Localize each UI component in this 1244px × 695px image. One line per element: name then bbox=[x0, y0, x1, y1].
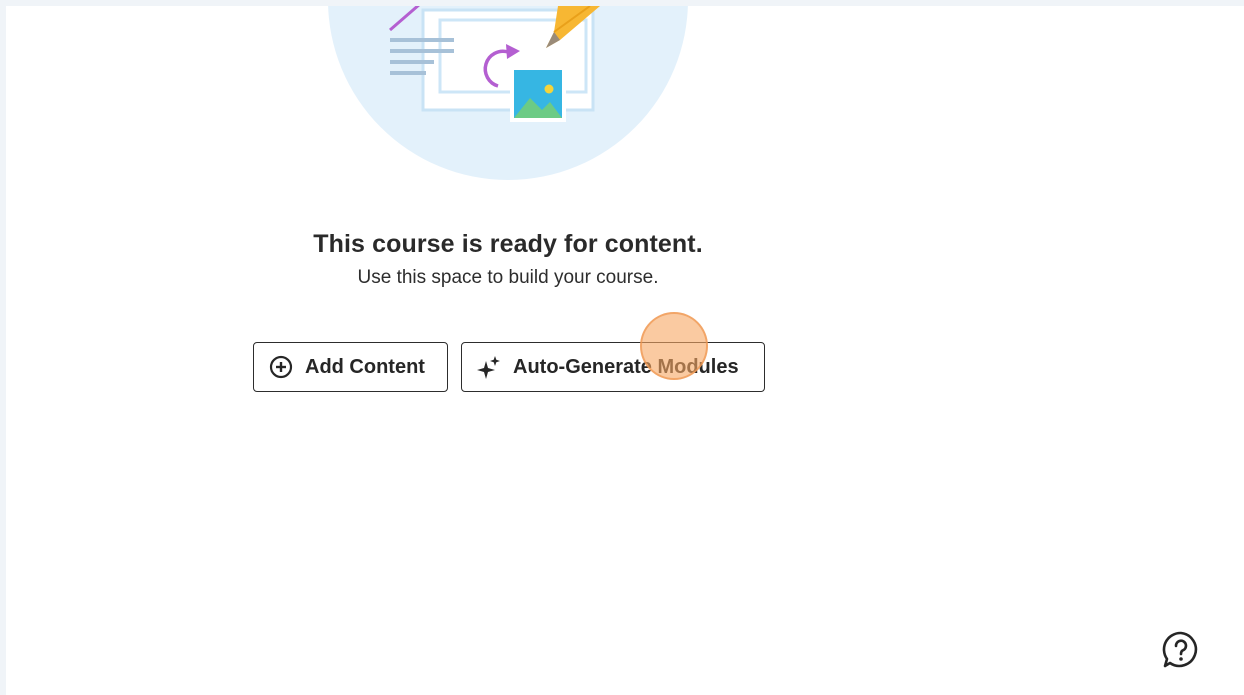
help-button[interactable] bbox=[1161, 630, 1201, 670]
click-indicator bbox=[640, 312, 708, 380]
plus-circle-icon bbox=[269, 355, 293, 379]
empty-course-illustration bbox=[328, 6, 688, 180]
sparkle-icon bbox=[477, 355, 501, 379]
empty-state-title: This course is ready for content. bbox=[313, 230, 703, 258]
question-chat-icon bbox=[1161, 631, 1201, 674]
empty-state-subtitle: Use this space to build your course. bbox=[357, 267, 659, 288]
auto-generate-modules-button[interactable]: Auto-Generate Modules bbox=[461, 342, 765, 392]
add-content-button[interactable]: Add Content bbox=[253, 342, 448, 392]
course-content-area: This course is ready for content. Use th… bbox=[6, 6, 1244, 695]
add-content-label: Add Content bbox=[305, 355, 425, 378]
